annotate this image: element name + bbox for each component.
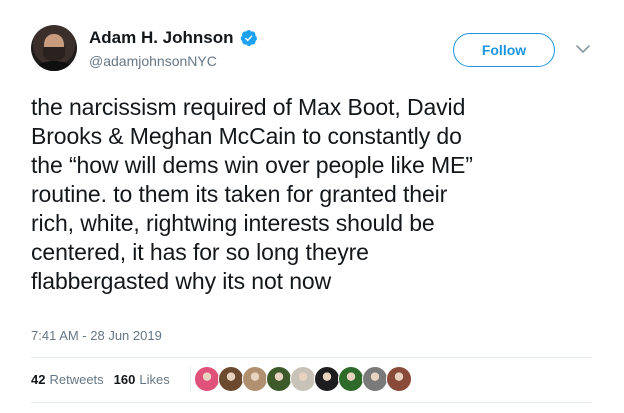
liker-avatar[interactable] xyxy=(242,366,268,392)
verified-badge-icon xyxy=(240,29,257,47)
chevron-down-icon[interactable] xyxy=(575,43,591,55)
stats-separator xyxy=(190,366,191,392)
tweet-stats: 42 Retweets 160 Likes xyxy=(31,372,180,387)
tweet-text: the narcissism required of Max Boot, Dav… xyxy=(31,94,473,294)
name-row: Adam H. Johnson xyxy=(89,28,258,48)
avatar-shirt xyxy=(35,61,73,71)
avatar[interactable] xyxy=(31,25,77,71)
liker-avatar[interactable] xyxy=(314,366,340,392)
user-handle[interactable]: @adamjohnsonNYC xyxy=(89,53,217,69)
avatar-beard xyxy=(43,47,65,61)
liker-avatar[interactable] xyxy=(338,366,364,392)
retweets-count: 42 xyxy=(31,372,46,387)
liker-avatar[interactable] xyxy=(362,366,388,392)
retweets-label: Retweets xyxy=(49,372,104,387)
follow-button[interactable]: Follow xyxy=(453,33,555,67)
likes-label: Likes xyxy=(139,372,170,387)
liker-avatars xyxy=(194,366,412,392)
display-name[interactable]: Adam H. Johnson xyxy=(89,28,234,48)
liker-avatar[interactable] xyxy=(290,366,316,392)
liker-avatar[interactable] xyxy=(386,366,412,392)
liker-avatar[interactable] xyxy=(218,366,244,392)
liker-avatar[interactable] xyxy=(194,366,220,392)
divider xyxy=(31,357,591,358)
likes-stat[interactable]: 160 Likes xyxy=(114,372,170,387)
tweet-timestamp[interactable]: 7:41 AM - 28 Jun 2019 xyxy=(31,328,162,343)
liker-avatar[interactable] xyxy=(266,366,292,392)
divider xyxy=(31,402,591,403)
likes-count: 160 xyxy=(113,372,136,387)
retweets-stat[interactable]: 42 Retweets xyxy=(31,372,104,387)
